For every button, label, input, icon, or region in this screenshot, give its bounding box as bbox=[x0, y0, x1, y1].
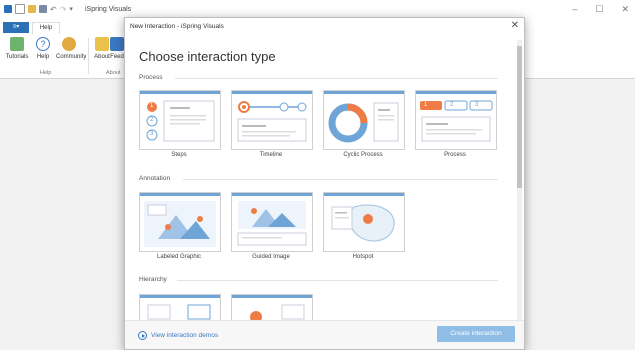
labeled-graphic-thumbnail bbox=[144, 201, 216, 247]
play-icon bbox=[138, 331, 147, 340]
minimize-button[interactable]: – bbox=[572, 4, 577, 15]
steps-number-2: 2 bbox=[150, 117, 154, 123]
about-icon bbox=[95, 37, 109, 51]
hierarchy-1-thumbnail bbox=[147, 304, 211, 320]
card-label-steps: Steps bbox=[171, 152, 187, 158]
card-timeline[interactable] bbox=[231, 90, 313, 150]
community-icon bbox=[62, 37, 76, 51]
undo-icon[interactable]: ↶ bbox=[50, 5, 57, 14]
section-divider bbox=[183, 179, 498, 180]
card-process[interactable]: 1 2 3 bbox=[415, 90, 497, 150]
card-label-cyclic-process: Cyclic Process bbox=[343, 152, 383, 158]
open-folder-icon[interactable] bbox=[28, 5, 36, 13]
help-icon: ? bbox=[36, 37, 50, 51]
app-title: iSpring Visuals bbox=[85, 6, 132, 13]
process-badge-3: 3 bbox=[475, 102, 479, 108]
tutorials-label: Tutorials bbox=[5, 54, 29, 60]
group-label-about: About bbox=[106, 70, 121, 76]
feedback-label: Feed bbox=[110, 54, 124, 60]
card-label-hotspot: Hotspot bbox=[352, 254, 374, 260]
help-label: Help bbox=[36, 54, 50, 60]
dialog-title: New Interaction - iSpring Visuals bbox=[130, 23, 224, 30]
card-label-guided-image: Guided Image bbox=[252, 254, 290, 260]
card-label-timeline: Timeline bbox=[259, 152, 283, 158]
maximize-button[interactable]: ☐ bbox=[595, 4, 603, 15]
community-label: Community bbox=[56, 54, 87, 60]
file-menu-tab[interactable]: ≡▾ bbox=[3, 22, 29, 33]
window-controls: – ☐ ✕ bbox=[572, 4, 629, 15]
card-labeled-graphic[interactable] bbox=[139, 192, 221, 252]
steps-number-3: 3 bbox=[150, 131, 154, 137]
dialog-heading: Choose interaction type bbox=[139, 49, 276, 64]
card-label-process: Process bbox=[444, 152, 466, 158]
tutorials-button[interactable]: Tutorials bbox=[4, 37, 30, 60]
process-badge-2: 2 bbox=[450, 102, 454, 108]
guided-image-thumbnail bbox=[237, 201, 307, 246]
card-guided-image[interactable] bbox=[231, 192, 313, 252]
group-label-help: Help bbox=[40, 70, 52, 76]
community-button[interactable]: Community bbox=[56, 37, 86, 60]
card-label-labeled-graphic: Labeled Graphic bbox=[156, 254, 202, 260]
redo-icon[interactable]: ↷ bbox=[60, 5, 67, 14]
save-icon[interactable] bbox=[39, 5, 47, 13]
dialog-close-button[interactable]: ✕ bbox=[511, 20, 519, 31]
close-window-button[interactable]: ✕ bbox=[621, 4, 629, 15]
help-button[interactable]: ? Help bbox=[30, 37, 56, 60]
timeline-thumbnail bbox=[237, 101, 307, 142]
card-hierarchy-1[interactable] bbox=[139, 294, 221, 322]
dialog-footer: View interaction demos Create interactio… bbox=[125, 320, 524, 349]
app-logo-icon bbox=[4, 5, 12, 13]
view-demos-label: View interaction demos bbox=[151, 332, 219, 339]
section-label-hierarchy: Hierarchy bbox=[139, 276, 167, 283]
new-interaction-dialog: New Interaction - iSpring Visuals ✕ Choo… bbox=[124, 17, 525, 350]
process-badge-1: 1 bbox=[424, 102, 428, 108]
section-divider bbox=[175, 78, 498, 79]
quick-access-toolbar: ↶ ↷ ▾ bbox=[4, 4, 73, 14]
card-hierarchy-2[interactable] bbox=[231, 294, 313, 322]
cyclic-thumbnail bbox=[328, 102, 399, 143]
about-label: About bbox=[94, 54, 110, 60]
dialog-scroll-thumb[interactable] bbox=[517, 46, 522, 188]
feedback-icon bbox=[110, 37, 124, 51]
tutorials-icon bbox=[10, 37, 24, 51]
hierarchy-2-thumbnail bbox=[250, 304, 305, 322]
create-interaction-button[interactable]: Create interaction bbox=[437, 326, 515, 342]
card-steps[interactable]: 1 2 3 bbox=[139, 90, 221, 150]
process-thumbnail bbox=[420, 100, 493, 142]
section-divider bbox=[177, 280, 498, 281]
section-label-annotation: Annotation bbox=[139, 175, 171, 182]
section-label-process: Process bbox=[139, 74, 163, 81]
feedback-button[interactable]: Feed bbox=[110, 37, 124, 60]
view-demos-link[interactable]: View interaction demos bbox=[138, 331, 218, 340]
steps-number-1: 1 bbox=[150, 103, 154, 109]
card-cyclic-process[interactable] bbox=[323, 90, 405, 150]
hotspot-thumbnail bbox=[331, 204, 395, 242]
customize-qat-icon[interactable]: ▾ bbox=[69, 5, 73, 13]
card-hotspot[interactable] bbox=[323, 192, 405, 252]
new-file-icon[interactable] bbox=[15, 4, 25, 14]
